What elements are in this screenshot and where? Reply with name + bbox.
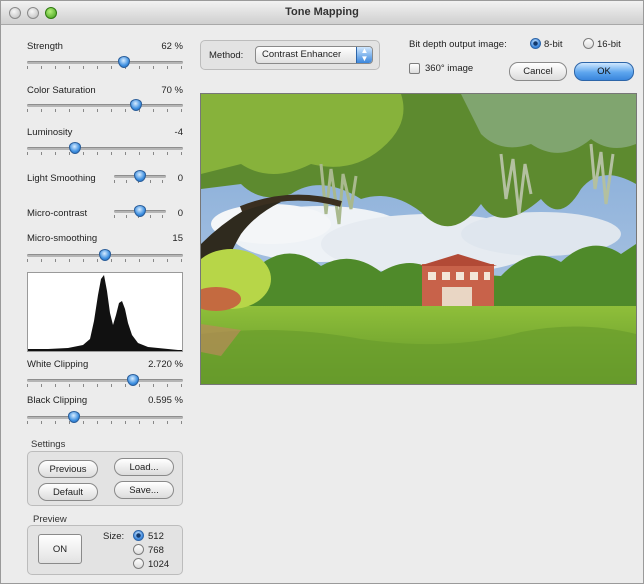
slider-ticks: [27, 421, 183, 424]
size-768-label: 768: [148, 545, 164, 556]
tone-mapped-preview-image[interactable]: [200, 93, 637, 385]
ok-button[interactable]: OK: [574, 62, 634, 81]
micro-contrast-value: 0: [177, 208, 183, 219]
size-768-radio[interactable]: [133, 544, 144, 555]
slider-ticks: [27, 384, 183, 387]
tone-mapping-window: Tone Mapping Strength 62 % Color Saturat…: [0, 0, 644, 584]
bit-8-radio[interactable]: [530, 38, 541, 49]
select-arrows-icon: ▲ ▼: [356, 47, 372, 63]
strength-slider[interactable]: [27, 56, 183, 70]
color-saturation-label: Color Saturation: [27, 85, 96, 96]
save-settings-button[interactable]: Save...: [114, 481, 174, 499]
slider-track: [27, 61, 183, 64]
size-512-label: 512: [148, 531, 164, 542]
method-group: Method: Contrast Enhancer ▲ ▼: [200, 40, 380, 70]
micro-smoothing-label: Micro-smoothing: [27, 233, 98, 244]
slider-track: [27, 379, 183, 382]
micro-smoothing-value: 15: [172, 233, 183, 244]
image-360-label: 360° image: [425, 63, 474, 74]
preview-size-label: Size:: [103, 531, 125, 542]
preview-group: ON Size: 512 768 1024: [27, 525, 183, 575]
settings-group: Previous Load... Default Save...: [27, 451, 183, 506]
white-clipping-value: 2.720 %: [148, 359, 183, 370]
preview-group-label: Preview: [33, 514, 67, 525]
bit-16-radio[interactable]: [583, 38, 594, 49]
bit-8-label: 8-bit: [544, 39, 563, 50]
luminosity-label: Luminosity: [27, 127, 73, 138]
slider-thumb[interactable]: [117, 56, 130, 68]
bit-depth-label: Bit depth output image:: [409, 39, 507, 50]
cancel-button[interactable]: Cancel: [509, 62, 567, 81]
light-smoothing-slider[interactable]: [114, 170, 166, 184]
white-clipping-label: White Clipping: [27, 359, 89, 370]
settings-group-label: Settings: [31, 439, 66, 450]
light-smoothing-value: 0: [177, 173, 183, 184]
slider-track: [27, 147, 183, 150]
bit-16-label: 16-bit: [597, 39, 621, 50]
histogram-shape: [28, 275, 182, 351]
micro-contrast-label: Micro-contrast: [27, 208, 88, 219]
luminosity-value: -4: [174, 127, 183, 138]
title-bar[interactable]: Tone Mapping: [1, 1, 643, 25]
strength-label: Strength: [27, 41, 63, 52]
preview-photo: [201, 94, 636, 384]
light-smoothing-label: Light Smoothing: [27, 173, 96, 184]
black-clipping-slider[interactable]: [27, 411, 183, 425]
size-512-radio[interactable]: [133, 530, 144, 541]
size-1024-label: 1024: [148, 559, 170, 570]
slider-ticks: [27, 109, 183, 112]
slider-track: [27, 104, 183, 107]
luminance-histogram: [27, 272, 183, 352]
slider-ticks: [27, 152, 183, 155]
method-selected-value: Contrast Enhancer: [262, 49, 342, 60]
slider-track: [27, 416, 183, 419]
black-clipping-label: Black Clipping: [27, 395, 88, 406]
size-1024-radio[interactable]: [133, 558, 144, 569]
image-360-checkbox[interactable]: [409, 63, 420, 74]
preview-on-button[interactable]: ON: [38, 534, 82, 564]
strength-value: 62 %: [161, 41, 183, 52]
default-settings-button[interactable]: Default: [38, 483, 98, 501]
load-settings-button[interactable]: Load...: [114, 458, 174, 476]
method-select[interactable]: Contrast Enhancer ▲ ▼: [255, 46, 373, 64]
white-clipping-slider[interactable]: [27, 374, 183, 388]
window-title: Tone Mapping: [285, 6, 359, 18]
black-clipping-value: 0.595 %: [148, 395, 183, 406]
luminosity-slider[interactable]: [27, 142, 183, 156]
previous-settings-button[interactable]: Previous: [38, 460, 98, 478]
micro-contrast-slider[interactable]: [114, 205, 166, 219]
histogram-graph: [28, 275, 182, 351]
color-saturation-value: 70 %: [161, 85, 183, 96]
micro-smoothing-slider[interactable]: [27, 249, 183, 263]
slider-ticks: [27, 66, 183, 69]
method-label: Method:: [209, 50, 244, 61]
color-saturation-slider[interactable]: [27, 99, 183, 113]
